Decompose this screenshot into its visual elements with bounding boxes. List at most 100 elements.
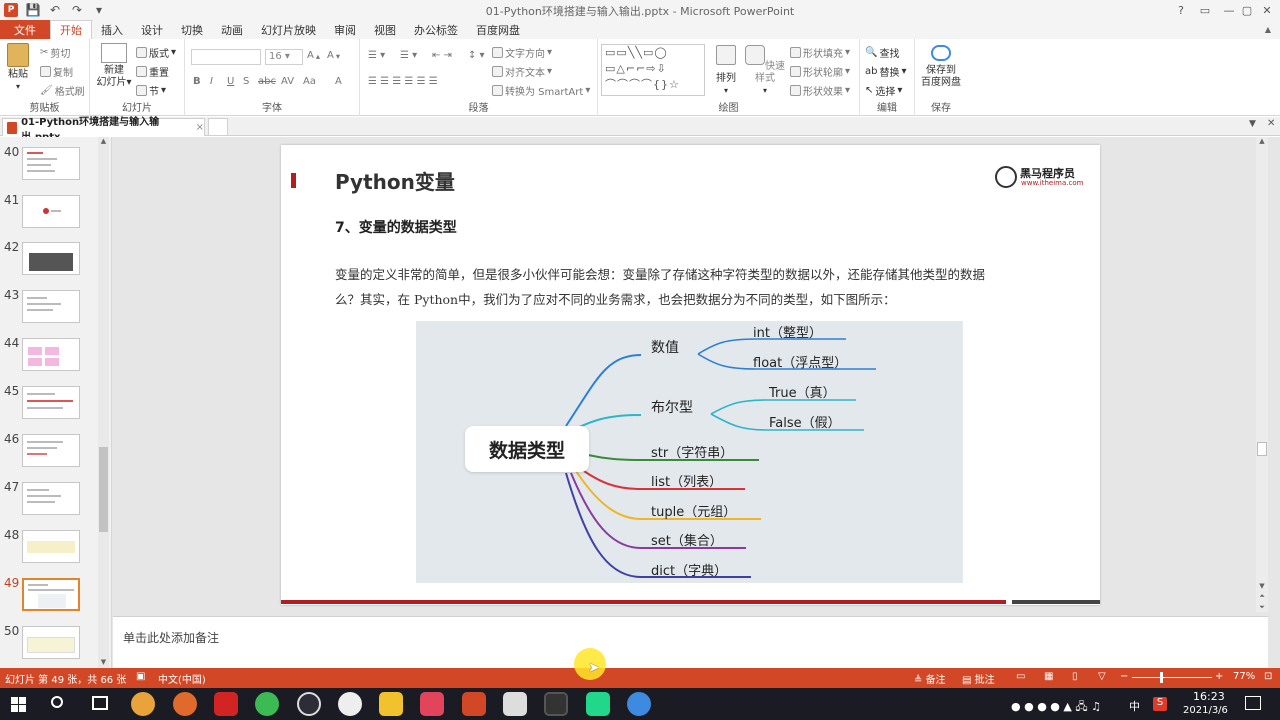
- thumbnail-slide-43[interactable]: 43: [0, 288, 100, 334]
- thumbnail-slide-48[interactable]: 48: [0, 528, 100, 574]
- video-app-icon[interactable]: [420, 692, 444, 716]
- next-slide-icon[interactable]: ⏷: [1256, 603, 1268, 612]
- scroll-down-icon[interactable]: ▼: [1256, 582, 1268, 590]
- font-name-input[interactable]: [191, 49, 261, 65]
- thumbnail-slide-41[interactable]: 41: [0, 193, 100, 239]
- thumbnail-slide-44[interactable]: 44: [0, 336, 100, 382]
- thumbnail-slide-42[interactable]: 42: [0, 240, 100, 286]
- spellcheck-icon[interactable]: ▣: [136, 671, 145, 682]
- replace-button[interactable]: ab 替换 ▾: [865, 64, 907, 79]
- clock-date[interactable]: 2021/3/6: [1183, 705, 1228, 716]
- slide-canvas[interactable]: Python变量 黑马程序员 www.itheima.com 7、变量的数据类型…: [281, 145, 1100, 605]
- section-button[interactable]: 节 ▾: [136, 83, 166, 98]
- indent-buttons[interactable]: ⇤ ⇥: [432, 50, 452, 61]
- editor-scrollbar[interactable]: ▲ ▼ ⏶ ⏷: [1256, 137, 1268, 612]
- font-color-button[interactable]: A: [335, 76, 342, 87]
- help-button[interactable]: ?: [1170, 0, 1192, 20]
- shape-effects-button[interactable]: 形状效果 ▾: [790, 83, 850, 98]
- windows-start-icon[interactable]: [11, 697, 26, 712]
- tab-view[interactable]: 视图: [365, 20, 405, 39]
- notes-pane[interactable]: 单击此处添加备注: [113, 616, 1268, 668]
- zoom-out-icon[interactable]: −: [1120, 671, 1128, 682]
- tab-list-icon[interactable]: ▼: [1249, 119, 1256, 129]
- redo-icon[interactable]: ↷: [66, 0, 88, 20]
- powerpoint-taskbar-icon[interactable]: [462, 692, 486, 716]
- align-text-button[interactable]: 对齐文本 ▾: [492, 64, 552, 79]
- scrollbar-thumb[interactable]: [99, 447, 108, 532]
- collapse-ribbon-icon[interactable]: ▲: [1256, 20, 1280, 39]
- zoom-slider[interactable]: [1132, 672, 1212, 683]
- notes-toggle[interactable]: ≜ 备注: [914, 671, 946, 686]
- notifications-icon[interactable]: [1245, 696, 1261, 710]
- close-all-tabs-icon[interactable]: ✕: [1267, 118, 1275, 129]
- scroll-up-icon[interactable]: ▲: [1256, 137, 1268, 145]
- shadow-button[interactable]: S: [243, 76, 249, 87]
- zoom-in-icon[interactable]: +: [1215, 671, 1223, 682]
- zoom-slider-thumb[interactable]: [1160, 672, 1163, 683]
- customize-quick-access-icon[interactable]: ▾: [88, 0, 110, 20]
- select-button[interactable]: ↖ 选择 ▾: [865, 83, 902, 98]
- new-tab-button[interactable]: [208, 118, 228, 136]
- layout-button[interactable]: 版式 ▾: [136, 45, 176, 60]
- strikethrough-button[interactable]: abc: [258, 76, 276, 87]
- thumbnail-slide-47[interactable]: 47: [0, 480, 100, 526]
- scroll-down-icon[interactable]: ▼: [98, 658, 109, 666]
- reading-view-icon[interactable]: ▯: [1072, 671, 1078, 682]
- tab-baidu-netdisk[interactable]: 百度网盘: [467, 20, 529, 39]
- clock-app-icon[interactable]: [338, 692, 362, 716]
- paste-button[interactable]: 粘贴 ▾: [4, 43, 32, 93]
- tab-animations[interactable]: 动画: [212, 20, 252, 39]
- firefox-icon[interactable]: [173, 692, 197, 716]
- align-buttons[interactable]: ☰ ☰ ☰ ☰ ☰ ☰: [368, 76, 438, 87]
- slide-thumbnail-pane[interactable]: 40 41 42 43 44 45 46 47 48 49 50 ▲ ▼: [0, 137, 112, 668]
- search-icon[interactable]: [51, 696, 63, 708]
- ribbon-options-icon[interactable]: ▭: [1194, 0, 1216, 20]
- comments-toggle[interactable]: ▤ 批注: [962, 671, 995, 686]
- thumbnail-slide-40[interactable]: 40: [0, 145, 100, 191]
- font-size-input[interactable]: 16 ▾: [265, 49, 303, 65]
- tab-review[interactable]: 审阅: [325, 20, 365, 39]
- scroll-up-icon[interactable]: ▲: [98, 137, 109, 145]
- tab-insert[interactable]: 插入: [92, 20, 132, 39]
- text-direction-button[interactable]: 文字方向 ▾: [492, 45, 552, 60]
- thumbnail-scrollbar[interactable]: ▲ ▼: [98, 137, 109, 668]
- format-painter-button[interactable]: 🖌 格式刷: [40, 83, 85, 98]
- zoom-level[interactable]: 77%: [1233, 671, 1255, 682]
- bullets-button[interactable]: ☰ ▾: [368, 50, 385, 61]
- sogou-ime-icon[interactable]: S: [1153, 697, 1167, 711]
- smartart-button[interactable]: 转换为 SmartArt ▾: [492, 83, 590, 98]
- tab-transitions[interactable]: 切换: [172, 20, 212, 39]
- cut-button[interactable]: ✂ 剪切: [40, 45, 70, 60]
- copy-button[interactable]: 复制: [40, 64, 73, 79]
- underline-button[interactable]: U: [227, 76, 234, 87]
- restore-button[interactable]: ▢: [1236, 0, 1258, 20]
- tab-slide-show[interactable]: 幻灯片放映: [252, 20, 325, 39]
- save-to-baidu-button[interactable]: 保存到 百度网盘: [917, 45, 965, 89]
- shape-outline-button[interactable]: 形状轮廓 ▾: [790, 64, 850, 79]
- normal-view-icon[interactable]: ▭: [1016, 671, 1025, 682]
- clock-time[interactable]: 16:23: [1193, 690, 1225, 703]
- italic-button[interactable]: I: [210, 76, 213, 87]
- ime-indicator[interactable]: 中: [1129, 698, 1140, 714]
- char-spacing-button[interactable]: AV: [281, 76, 294, 87]
- tray-icons[interactable]: ● ● ● ● ▲ 🖧 ♫: [1011, 698, 1101, 717]
- shape-fill-button[interactable]: 形状填充 ▾: [790, 45, 850, 60]
- document-tab[interactable]: 01-Python环境搭建与输入输出.pptx ×: [2, 117, 205, 143]
- thumbnail-slide-49[interactable]: 49: [0, 576, 100, 622]
- thumbnail-slide-50[interactable]: 50: [0, 624, 100, 670]
- close-tab-icon[interactable]: ×: [196, 122, 204, 133]
- tab-file[interactable]: 文件: [0, 20, 50, 39]
- tab-design[interactable]: 设计: [132, 20, 172, 39]
- settings-gear-icon[interactable]: [297, 692, 321, 716]
- slideshow-icon[interactable]: ▽: [1098, 671, 1106, 682]
- cloud-app-icon[interactable]: [627, 692, 651, 716]
- thumbnail-slide-45[interactable]: 45: [0, 384, 100, 430]
- previous-slide-icon[interactable]: ⏶: [1256, 592, 1268, 601]
- grow-font-button[interactable]: A ▴: [307, 50, 320, 61]
- new-slide-button[interactable]: 新建 幻灯片▾: [94, 43, 134, 89]
- screen-recorder-icon[interactable]: [544, 692, 568, 716]
- thumbnail-slide-46[interactable]: 46: [0, 432, 100, 478]
- save-icon[interactable]: 💾: [22, 0, 44, 20]
- tab-home[interactable]: 开始: [50, 20, 92, 39]
- change-case-button[interactable]: Aa: [303, 76, 316, 87]
